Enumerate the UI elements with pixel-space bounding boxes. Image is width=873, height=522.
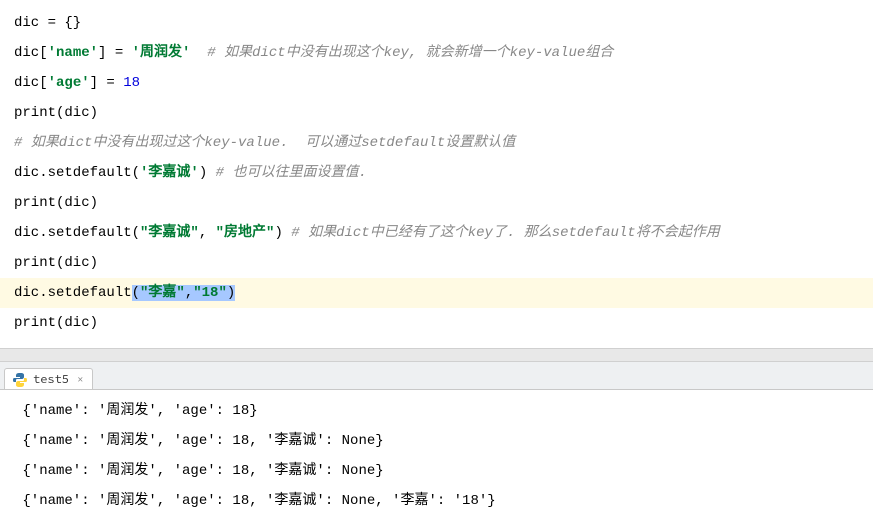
code-token: ] = (98, 45, 132, 61)
output-line: {'name': '周润发', 'age': 18, '李嘉诚': None, … (0, 486, 873, 516)
code-line[interactable]: print(dic) (0, 98, 873, 128)
code-token: dic.setdefault( (14, 165, 140, 181)
code-token: 18 (123, 75, 140, 91)
code-token: print(dic) (14, 105, 98, 121)
panel-separator[interactable] (0, 348, 873, 362)
output-line: {'name': '周润发', 'age': 18, '李嘉诚': None} (0, 456, 873, 486)
code-token: # 如果dict中没有出现过这个key-value. 可以通过setdefaul… (14, 135, 515, 151)
code-line[interactable]: dic.setdefault("李嘉诚", "房地产") # 如果dict中已经… (0, 218, 873, 248)
code-token: # 也可以往里面设置值. (216, 165, 367, 181)
output-line: {'name': '周润发', 'age': 18, '李嘉诚': None} (0, 426, 873, 456)
code-token: ) (199, 165, 216, 181)
code-token: dic[ (14, 45, 48, 61)
code-token: , (199, 225, 216, 241)
tab-test5[interactable]: test5 × (4, 368, 93, 389)
code-token: '周润发' (132, 45, 191, 61)
code-token: dic[ (14, 75, 48, 91)
code-line[interactable]: print(dic) (0, 188, 873, 218)
tab-label: test5 (33, 372, 69, 387)
code-token: ) (274, 225, 291, 241)
code-token: ) (227, 285, 235, 301)
code-line[interactable]: dic['name'] = '周润发' # 如果dict中没有出现这个key, … (0, 38, 873, 68)
code-line[interactable]: dic = {} (0, 8, 873, 38)
code-line[interactable]: dic.setdefault('李嘉诚') # 也可以往里面设置值. (0, 158, 873, 188)
code-token: '李嘉诚' (140, 165, 199, 181)
code-token: print(dic) (14, 255, 98, 271)
code-line[interactable]: dic['age'] = 18 (0, 68, 873, 98)
close-icon[interactable]: × (77, 373, 84, 387)
code-token: "18" (193, 285, 227, 301)
code-token: dic.setdefault (14, 285, 132, 301)
editor-padding (0, 338, 873, 348)
output-panel[interactable]: {'name': '周润发', 'age': 18} {'name': '周润发… (0, 390, 873, 522)
code-token: # 如果dict中已经有了这个key了. 那么setdefault将不会起作用 (291, 225, 719, 241)
code-token: dic = {} (14, 15, 81, 31)
code-token: 'age' (48, 75, 90, 91)
code-token: dic.setdefault( (14, 225, 140, 241)
code-token: ] = (90, 75, 124, 91)
code-line[interactable]: print(dic) (0, 248, 873, 278)
code-token: "李嘉" (140, 285, 185, 301)
python-file-icon (13, 373, 27, 387)
code-token: ( (132, 285, 140, 301)
code-token: print(dic) (14, 195, 98, 211)
code-editor[interactable]: dic = {}dic['name'] = '周润发' # 如果dict中没有出… (0, 0, 873, 338)
output-line: {'name': '周润发', 'age': 18} (0, 396, 873, 426)
code-token: "李嘉诚" (140, 225, 199, 241)
code-line[interactable]: # 如果dict中没有出现过这个key-value. 可以通过setdefaul… (0, 128, 873, 158)
code-line[interactable]: print(dic) (0, 308, 873, 338)
code-token: 'name' (48, 45, 98, 61)
code-token: "房地产" (216, 225, 275, 241)
code-token: print(dic) (14, 315, 98, 331)
code-line[interactable]: dic.setdefault("李嘉","18") (0, 278, 873, 308)
code-token: , (185, 285, 193, 301)
output-tab-bar: test5 × (0, 362, 873, 390)
code-token (190, 45, 207, 61)
code-token: # 如果dict中没有出现这个key, 就会新增一个key-value组合 (207, 45, 613, 61)
